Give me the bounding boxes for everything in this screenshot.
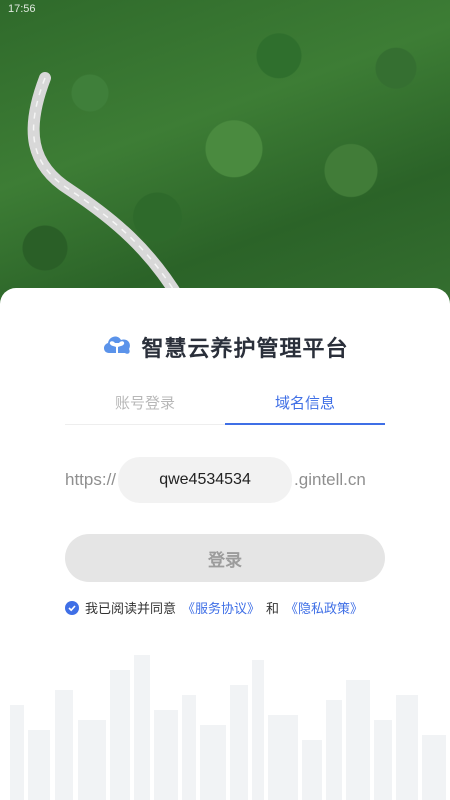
domain-row: https:// .gintell.cn: [65, 457, 385, 503]
city-skyline-decoration: [10, 655, 446, 800]
check-icon[interactable]: [65, 600, 79, 615]
cloud-tree-logo-icon: [101, 331, 133, 363]
status-time: 17:56: [8, 3, 36, 15]
agreement-conjunction: 和: [266, 602, 280, 617]
login-card: 智慧云养护管理平台 账号登录 域名信息 https:// .gintell.cn…: [0, 288, 450, 800]
domain-suffix: .gintell.cn: [294, 470, 366, 489]
tab-domain-info[interactable]: 域名信息: [225, 388, 385, 425]
tab-account-login[interactable]: 账号登录: [65, 388, 225, 424]
winding-road: [27, 72, 186, 306]
login-button[interactable]: 登录: [65, 534, 385, 582]
privacy-policy-link[interactable]: 《隐私政策》: [285, 598, 363, 617]
app-title: 智慧云养护管理平台: [141, 337, 349, 362]
hero-forest-image: 17:56: [0, 0, 450, 310]
brand-header: 智慧云养护管理平台: [0, 330, 450, 364]
domain-input[interactable]: [118, 457, 293, 503]
domain-prefix: https://: [65, 470, 117, 489]
login-tabs: 账号登录 域名信息: [65, 388, 385, 425]
service-agreement-link[interactable]: 《服务协议》: [182, 598, 260, 617]
agreement-row: 我已阅读并同意 《服务协议》 和 《隐私政策》: [65, 598, 363, 617]
agreement-text: 我已阅读并同意: [85, 602, 177, 617]
